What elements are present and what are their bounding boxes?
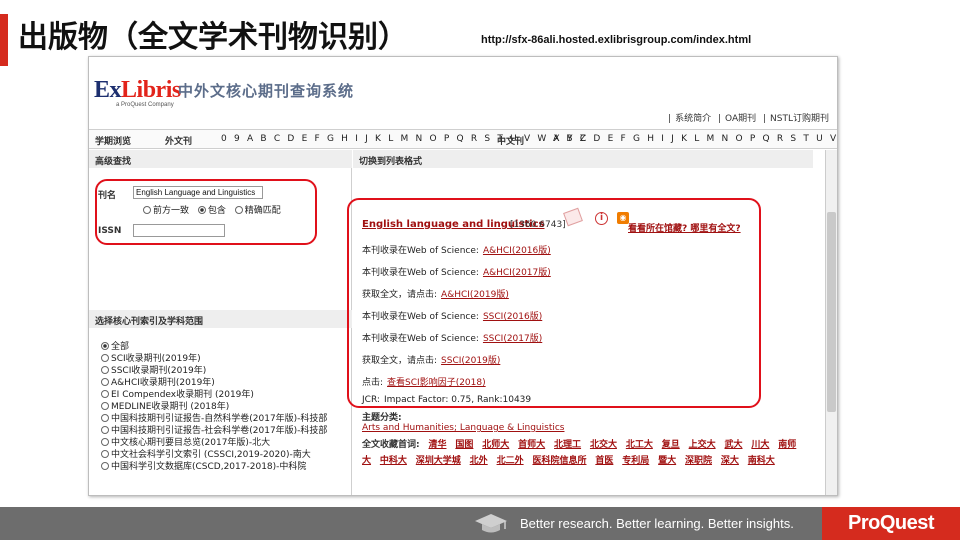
- journal-issn: [1360 6743]: [510, 220, 566, 230]
- holdings-label: 全文收藏首词:: [362, 440, 420, 450]
- system-title: 中外文核心期刊查询系统: [178, 82, 355, 100]
- proquest-logo: ProQuest: [822, 507, 960, 540]
- info-line: 本刊收录在Web of Science: SSCI(2016版): [362, 312, 543, 322]
- holding-link[interactable]: 深职院: [685, 456, 712, 466]
- holding-link[interactable]: 北师大: [482, 440, 509, 450]
- link-nstl[interactable]: NSTL订购期刊: [770, 114, 829, 124]
- list-item[interactable]: A&HCI收录期刊(2019年): [101, 375, 327, 388]
- holding-link[interactable]: 北工大: [626, 440, 653, 450]
- holding-link[interactable]: 川大: [751, 440, 769, 450]
- holding-link[interactable]: 深圳大学城: [416, 456, 461, 466]
- radio-exact[interactable]: [234, 206, 243, 214]
- info-icon[interactable]: i: [595, 212, 608, 225]
- holding-link[interactable]: 专利局: [622, 456, 649, 466]
- holding-link[interactable]: 上交大: [689, 440, 716, 450]
- app-logo: ExLibris a ProQuest Company 中外文核心期刊查询系统: [94, 69, 394, 109]
- jcr-line: JCR: Impact Factor: 0.75, Rank:10439: [362, 395, 532, 405]
- journal-name-input[interactable]: English Language and Linguistics: [133, 186, 263, 199]
- advanced-search-panel: 高级查找 刊名 English Language and Linguistics…: [89, 150, 352, 495]
- holding-link[interactable]: 中科大: [380, 456, 407, 466]
- vertical-scrollbar[interactable]: [825, 150, 837, 495]
- holding-link[interactable]: 复旦: [662, 440, 680, 450]
- issn-input[interactable]: [133, 224, 225, 237]
- info-line: 获取全文，请点击: A&HCI(2019版): [362, 290, 509, 300]
- scope-head: 选择核心刊索引及学科范围: [89, 310, 352, 328]
- scope-list: 全部 SCI收录期刊(2019年) SSCI收录期刊(2019年) A&HCI收…: [101, 339, 327, 472]
- slide-url[interactable]: http://sfx-86ali.hosted.exlibrisgroup.co…: [481, 34, 751, 46]
- list-item[interactable]: 中文社会科学引文索引 (CSSCI,2019-2020)-南大: [101, 447, 327, 460]
- radio-prefix[interactable]: [143, 206, 151, 214]
- holding-link[interactable]: 首师大: [518, 440, 545, 450]
- holding-link[interactable]: 暨大: [658, 456, 676, 466]
- list-item[interactable]: 中国科技期刊引证报告-社会科学卷(2017年版)-科技部: [101, 423, 327, 436]
- holding-link[interactable]: 首医: [595, 456, 613, 466]
- holding-link[interactable]: 南科大: [748, 456, 775, 466]
- holdings-fulltext-links[interactable]: 看看所在馆藏? 哪里有全文?: [628, 221, 741, 234]
- issn-label: ISSN: [98, 226, 122, 236]
- holding-link[interactable]: 北二外: [497, 456, 524, 466]
- foreign-az-letters[interactable]: 0 9 A B C D E F G H I J K L M N O P Q R …: [221, 134, 588, 144]
- accent-bar: [0, 14, 8, 66]
- link-oa[interactable]: OA期刊: [725, 114, 756, 124]
- info-line: 本刊收录在Web of Science: SSCI(2017版): [362, 334, 543, 344]
- foreign-journals-label[interactable]: 外文刊: [165, 134, 192, 147]
- browser-screenshot: ExLibris a ProQuest Company 中外文核心期刊查询系统 …: [88, 56, 838, 496]
- advanced-search-head: 高级查找: [89, 150, 352, 168]
- top-links: | 系统简介 | OA期刊 | NSTL订购期刊: [668, 114, 829, 124]
- holding-link[interactable]: 武大: [725, 440, 743, 450]
- holding-link[interactable]: 医科院信息所: [532, 456, 586, 466]
- chinese-az-letters[interactable]: A B C D E F G H I J K L M N O P Q R S T …: [553, 134, 837, 144]
- footer-tagline: Better research. Better learning. Better…: [520, 516, 794, 531]
- subject-link[interactable]: Arts and Humanities; Language & Linguist…: [362, 423, 564, 433]
- list-item[interactable]: EI Compendex收录期刊 (2019年): [101, 387, 327, 400]
- link-intro[interactable]: 系统简介: [675, 114, 711, 124]
- holding-link[interactable]: 北外: [470, 456, 488, 466]
- exlibris-logo: ExLibris: [94, 77, 181, 103]
- info-line: 获取全文，请点击: SSCI(2019版): [362, 356, 501, 366]
- list-item[interactable]: 全部: [101, 339, 327, 352]
- holdings-list: 全文收藏首词: 清华 国图 北师大 首师大 北理工 北交大 北工大 复旦 上交大…: [362, 437, 802, 469]
- holding-link[interactable]: 清华: [428, 440, 446, 450]
- scroll-thumb[interactable]: [827, 212, 836, 412]
- slide-title: 出版物（全文学术刊物识别）: [18, 20, 408, 55]
- list-item[interactable]: SSCI收录期刊(2019年): [101, 363, 327, 376]
- graduation-cap-icon: [475, 514, 507, 533]
- list-item[interactable]: 中国科学引文数据库(CSCD,2017-2018)-中科院: [101, 459, 327, 472]
- list-item[interactable]: SCI收录期刊(2019年): [101, 351, 327, 364]
- info-line: 本刊收录在Web of Science: A&HCI(2017版): [362, 268, 551, 278]
- az-browse-bar: 学期浏览 外文刊 0 9 A B C D E F G H I J K L M N…: [89, 129, 837, 149]
- note-icon[interactable]: [563, 207, 583, 227]
- result-panel: 切换到列表格式 English language and linguistics…: [353, 150, 837, 495]
- holding-link[interactable]: 北理工: [554, 440, 581, 450]
- holding-link[interactable]: 国图: [455, 440, 473, 450]
- list-item[interactable]: MEDLINE收录期刊 (2018年): [101, 399, 327, 412]
- list-item[interactable]: 中国科技期刊引证报告-自然科学卷(2017年版)-科技部: [101, 411, 327, 424]
- footer-bar: Better research. Better learning. Better…: [0, 507, 960, 540]
- match-options: 前方一致 包含 精确匹配: [137, 203, 281, 216]
- holding-link[interactable]: 北交大: [590, 440, 617, 450]
- browse-label: 学期浏览: [95, 137, 132, 147]
- chinese-journals-label[interactable]: 中文刊: [497, 134, 524, 147]
- radio-contains[interactable]: [197, 206, 206, 214]
- logo-subtitle: a ProQuest Company: [116, 102, 174, 108]
- info-line: 点击: 查看SCI影响因子(2018): [362, 378, 486, 388]
- info-line: 本刊收录在Web of Science: A&HCI(2016版): [362, 246, 551, 256]
- journal-label: 刊名: [98, 191, 117, 201]
- list-format-toggle[interactable]: 切换到列表格式: [353, 150, 813, 168]
- list-item[interactable]: 中文核心期刊要目总览(2017年版)-北大: [101, 435, 327, 448]
- holding-link[interactable]: 深大: [721, 456, 739, 466]
- subject-head: 主题分类:: [362, 413, 402, 423]
